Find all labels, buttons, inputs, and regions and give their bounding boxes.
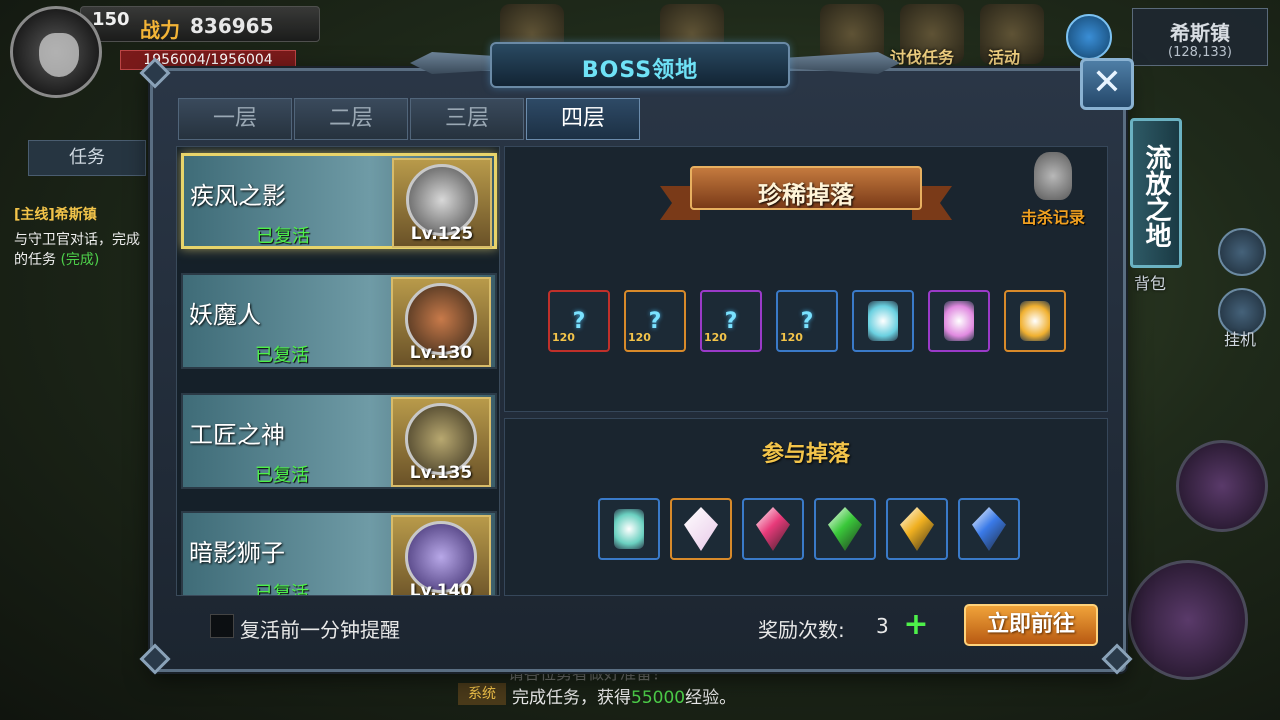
system-msg-num: 55000 — [631, 688, 686, 708]
boss-status: 已复活 — [255, 465, 309, 486]
system-msg-pre: 完成任务，获得 — [512, 688, 631, 708]
kill-record-button[interactable]: 击杀记录 — [1008, 152, 1098, 232]
boss-status: 已复活 — [255, 345, 309, 366]
rare-drop-ribbon: 珍稀掉落 — [690, 166, 922, 210]
remind-checkbox[interactable] — [210, 614, 234, 638]
boss-item-2[interactable]: 妖魔人 已复活 Lv.130 — [181, 273, 497, 369]
bag-icon[interactable] — [1218, 228, 1266, 276]
dialog-title-plate: BOSS领地 — [490, 42, 790, 88]
dialog-title: BOSS领地 — [581, 58, 699, 83]
boss-list[interactable]: 疾风之影 已复活 Lv.125 妖魔人 已复活 Lv.130 工匠之神 已复活 … — [176, 146, 500, 596]
boss-name: 暗影狮子 — [189, 539, 285, 567]
boss-portrait: Lv.135 — [391, 397, 491, 487]
boss-portrait: Lv.125 — [392, 158, 492, 248]
expand-arrow-icon[interactable] — [1066, 14, 1112, 60]
quest-desc-line1: 与守卫官对话，完成 — [14, 232, 140, 248]
boss-item-1[interactable]: 疾风之影 已复活 Lv.125 — [181, 153, 497, 249]
mystery-armor-icon: ? — [572, 308, 586, 334]
boss-level: Lv.125 — [410, 224, 474, 244]
rare-drop-item-slot[interactable] — [928, 290, 990, 352]
skill-button-1[interactable] — [1176, 440, 1268, 532]
player-avatar[interactable] — [10, 6, 102, 98]
boss-level: Lv.140 — [409, 581, 473, 596]
jar-icon — [614, 509, 644, 549]
auto-battle-label: 挂机 — [1224, 330, 1257, 349]
boss-portrait: Lv.130 — [391, 277, 491, 367]
jar-icon — [1020, 301, 1050, 341]
bag-label: 背包 — [1134, 274, 1167, 293]
tab-floor-3[interactable]: 三层 — [410, 98, 524, 140]
rare-drop-item-slot[interactable]: ? 120 — [548, 290, 610, 352]
reward-count-value: 3 — [876, 614, 889, 638]
participation-drop-item-slot[interactable] — [958, 498, 1020, 560]
mystery-armor-icon: ? — [724, 308, 738, 334]
system-message: 完成任务，获得55000经验。 — [512, 683, 736, 708]
quest-title[interactable]: [主线]希斯镇 — [14, 204, 97, 224]
power-label: 战力 — [140, 18, 180, 42]
tab-floor-2[interactable]: 二层 — [294, 98, 408, 140]
mystery-armor-icon: ? — [648, 308, 662, 334]
boss-portrait: Lv.140 — [391, 515, 491, 596]
tab-floor-1[interactable]: 一层 — [178, 98, 292, 140]
system-msg-post: 经验。 — [685, 688, 737, 708]
rare-drop-item-slot[interactable] — [852, 290, 914, 352]
participation-drop-item-slot[interactable] — [814, 498, 876, 560]
boss-level: Lv.130 — [409, 343, 473, 363]
crystal-icon — [684, 507, 718, 551]
boss-name: 疾风之影 — [190, 182, 286, 210]
jar-icon — [868, 301, 898, 341]
attack-button[interactable] — [1128, 560, 1248, 680]
participation-drop-title: 参与掉落 — [761, 442, 850, 467]
tab-floor-4[interactable]: 四层 — [526, 98, 640, 140]
kill-record-label: 击杀记录 — [1020, 208, 1085, 227]
remind-label[interactable]: 复活前一分钟提醒 — [240, 614, 400, 643]
participation-drop-item-slot[interactable] — [598, 498, 660, 560]
quest-description[interactable]: 与守卫官对话，完成 的任务 (完成) — [14, 230, 144, 270]
item-level: 120 — [628, 331, 651, 344]
gem-icon — [756, 507, 790, 551]
gem-icon — [972, 507, 1006, 551]
player-level: 150 — [92, 9, 130, 30]
item-level: 120 — [704, 331, 727, 344]
location-panel[interactable]: 希斯镇 (128,133) — [1132, 8, 1268, 66]
quest-done: (完成) — [60, 252, 100, 268]
gem-icon — [900, 507, 934, 551]
boss-item-3[interactable]: 工匠之神 已复活 Lv.135 — [181, 393, 497, 489]
task-tab[interactable]: 任务 — [28, 140, 146, 176]
rare-drop-item-slot[interactable]: ? 120 — [700, 290, 762, 352]
rare-drop-item-slot[interactable] — [1004, 290, 1066, 352]
rare-drop-item-slot[interactable]: ? 120 — [624, 290, 686, 352]
location-coord: (128,133) — [1168, 45, 1232, 60]
boss-name: 妖魔人 — [189, 301, 261, 329]
participation-drop-item-slot[interactable] — [742, 498, 804, 560]
item-level: 120 — [552, 331, 575, 344]
power-value: 836965 — [190, 14, 274, 38]
avatar-face-icon — [39, 33, 79, 77]
rare-drop-item-slot[interactable]: ? 120 — [776, 290, 838, 352]
quest-desc-line2: 的任务 — [14, 252, 56, 268]
activity-label: 活动 — [988, 48, 1021, 67]
go-now-button[interactable]: 立即前往 — [964, 604, 1098, 646]
boss-name: 工匠之神 — [189, 421, 285, 449]
boss-level: Lv.135 — [409, 463, 473, 483]
participation-drop-item-slot[interactable] — [670, 498, 732, 560]
location-name: 希斯镇 — [1170, 21, 1230, 45]
rare-drop-title: 珍稀掉落 — [758, 181, 854, 209]
helmet-icon — [1034, 152, 1072, 200]
jar-icon — [944, 301, 974, 341]
close-button[interactable]: ✕ — [1080, 58, 1134, 110]
participation-drop-item-slot[interactable] — [886, 498, 948, 560]
gem-icon — [828, 507, 862, 551]
crusade-task-label: 讨伐任务 — [890, 48, 955, 67]
reward-count-label: 奖励次数: — [758, 618, 845, 642]
mystery-armor-icon: ? — [800, 308, 814, 334]
boss-item-4[interactable]: 暗影狮子 已复活 Lv.140 — [181, 511, 497, 596]
item-level: 120 — [780, 331, 803, 344]
add-reward-button[interactable]: + — [902, 610, 930, 640]
side-tab-exile-land[interactable]: 流放之地 — [1130, 118, 1182, 268]
boss-status: 已复活 — [256, 226, 310, 247]
boss-status: 已复活 — [255, 583, 309, 596]
system-tag: 系统 — [458, 683, 506, 705]
